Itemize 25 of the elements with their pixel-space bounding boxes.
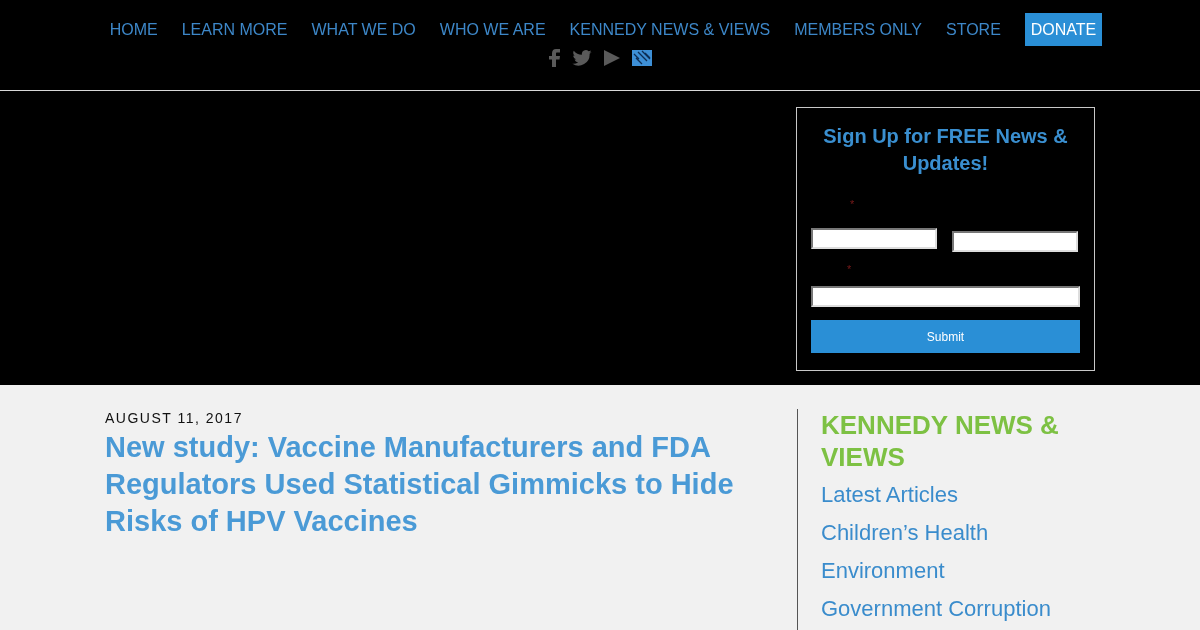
submit-button[interactable]: Submit [811, 320, 1080, 353]
required-mark: * [850, 197, 855, 211]
nav-link[interactable]: KENNEDY NEWS & VIEWS [569, 13, 771, 46]
nav-link[interactable]: LEARN MORE [181, 13, 288, 46]
donate-button[interactable]: DONATE [1024, 13, 1103, 46]
sidebar-link[interactable]: Government Corruption [821, 595, 1051, 623]
input-field[interactable] [952, 231, 1078, 252]
article-date: AUGUST 11, 2017 [105, 409, 244, 427]
required-mark: * [847, 262, 852, 276]
sidebar-link[interactable]: Latest Articles [821, 481, 958, 509]
play-icon[interactable] [604, 50, 620, 66]
nav-link[interactable]: STORE [945, 13, 1001, 46]
sidebar-heading: KENNEDY NEWS & VIEWS [821, 409, 1060, 473]
nav-link[interactable]: HOME [109, 13, 158, 46]
sidebar-link[interactable]: Children’s Health [821, 519, 989, 547]
striped-tile-icon[interactable] [632, 50, 652, 66]
nav-link[interactable]: MEMBERS ONLY [794, 13, 922, 46]
nav-link[interactable]: WHAT WE DO [311, 13, 416, 46]
nav-link[interactable]: WHO WE ARE [439, 13, 546, 46]
sidebar-link[interactable]: Environment [821, 557, 945, 585]
signup-title: Sign Up for FREE News & Updates! [822, 124, 1069, 176]
input-field[interactable] [811, 286, 1080, 307]
input-field[interactable] [811, 228, 937, 249]
facebook-icon[interactable] [548, 49, 560, 67]
twitter-bird-icon[interactable] [572, 50, 592, 66]
